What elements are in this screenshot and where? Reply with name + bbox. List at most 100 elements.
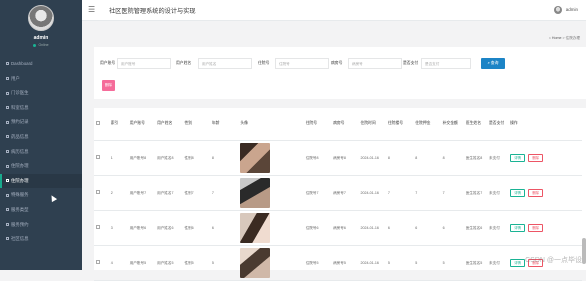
- select-all-checkbox-cell[interactable]: [94, 108, 109, 140]
- cell-inpatient-no: 住院号7: [304, 175, 331, 210]
- dashboard-icon: [6, 62, 9, 65]
- cell-index: 1: [109, 140, 128, 175]
- cell-gender: 性别8: [183, 140, 210, 175]
- cell-deposit: 8: [413, 140, 440, 175]
- hamburger-menu-icon[interactable]: ☰: [88, 6, 95, 14]
- ward-input[interactable]: 病房号: [348, 58, 402, 69]
- sidebar: admin Online Dashboard 用户 门诊医生 科室信息 预约记录…: [0, 0, 82, 270]
- detail-button[interactable]: 详情: [510, 154, 525, 162]
- watermark: CSDN @一点毕设: [525, 255, 582, 265]
- sidebar-item-appointments[interactable]: 预约记录: [0, 115, 82, 130]
- booking-icon: [6, 223, 9, 226]
- user-photo[interactable]: [240, 178, 270, 208]
- search-label: 住院号: [258, 61, 269, 66]
- sidebar-item-records[interactable]: 病历信息: [0, 145, 82, 160]
- batch-delete-button[interactable]: 删除: [102, 80, 115, 91]
- cell-name: 用户姓名6: [155, 210, 182, 245]
- cell-building: 6: [386, 210, 413, 245]
- paid-select[interactable]: 是否支付: [421, 58, 471, 69]
- sidebar-item-medicine[interactable]: 药品信息: [0, 130, 82, 145]
- breadcrumb: ⌂ Home > 住院办理: [549, 36, 580, 41]
- cell-doctor: 医生姓名7: [464, 175, 487, 210]
- row-checkbox[interactable]: [96, 190, 100, 194]
- sidebar-item-user[interactable]: 用户: [0, 72, 82, 87]
- sidebar-item-service-booking[interactable]: 服务预约: [0, 218, 82, 233]
- user-photo[interactable]: [240, 248, 270, 278]
- cell-account: 用户账号5: [128, 245, 155, 280]
- cell-photo: [238, 210, 303, 245]
- cell-extra: 8: [441, 140, 464, 175]
- cell-doctor: 医生姓名8: [464, 140, 487, 175]
- sidebar-item-label: 科室信息: [11, 105, 29, 110]
- sidebar-profile: admin Online: [0, 0, 82, 57]
- sidebar-item-department[interactable]: 科室信息: [0, 101, 82, 116]
- cell-deposit: 6: [413, 210, 440, 245]
- cell-gender: 性别6: [183, 210, 210, 245]
- sidebar-item-hospitalization-active[interactable]: 住院办理: [0, 174, 82, 189]
- search-button-label: 查询: [491, 61, 499, 65]
- row-checkbox-cell[interactable]: [94, 245, 109, 280]
- search-label: 用户姓名: [176, 61, 191, 66]
- sidebar-item-hospitalization[interactable]: 住院办理: [0, 159, 82, 174]
- info-icon: [6, 237, 9, 240]
- select-all-checkbox[interactable]: [96, 121, 100, 125]
- breadcrumb-home[interactable]: Home: [552, 36, 562, 40]
- row-checkbox[interactable]: [96, 260, 100, 264]
- cell-account: 用户账号6: [128, 210, 155, 245]
- row-checkbox-cell[interactable]: [94, 140, 109, 175]
- sidebar-item-service-type[interactable]: 服务类型: [0, 203, 82, 218]
- user-name[interactable]: admin: [566, 7, 578, 12]
- search-label: 用户账号: [100, 61, 115, 66]
- medicine-icon: [6, 135, 9, 138]
- cell-extra: 6: [441, 210, 464, 245]
- col-header: 医生姓名: [464, 108, 487, 140]
- col-header: 住院时间: [358, 108, 385, 140]
- detail-button[interactable]: 详情: [510, 224, 525, 232]
- cell-index: 2: [109, 175, 128, 210]
- home-icon: ⌂: [549, 36, 551, 40]
- row-checkbox-cell[interactable]: [94, 175, 109, 210]
- col-header: 住院押金: [413, 108, 440, 140]
- user-photo[interactable]: [240, 143, 270, 173]
- sidebar-item-doctor[interactable]: 门诊医生: [0, 86, 82, 101]
- search-panel: 用户账号 用户账号 用户姓名 用户姓名 住院号 住院号 病房号 病房号 是否支付…: [94, 47, 586, 99]
- row-checkbox[interactable]: [96, 155, 100, 159]
- user-photo[interactable]: [240, 213, 270, 243]
- sidebar-item-special-service[interactable]: 特殊服务: [0, 188, 82, 203]
- row-checkbox[interactable]: [96, 225, 100, 229]
- cell-inpatient-no: 住院号8: [304, 140, 331, 175]
- delete-button[interactable]: 删除: [528, 154, 543, 162]
- detail-button[interactable]: 详情: [510, 259, 525, 267]
- delete-button[interactable]: 删除: [528, 224, 543, 232]
- sidebar-item-label: 住院办理: [11, 163, 29, 168]
- avatar[interactable]: [28, 5, 54, 31]
- list-icon: [6, 208, 9, 211]
- cell-index: 3: [109, 210, 128, 245]
- account-input[interactable]: 用户账号: [117, 58, 171, 69]
- delete-button[interactable]: 删除: [528, 189, 543, 197]
- sidebar-item-dashboard[interactable]: Dashboard: [0, 57, 82, 72]
- user-icon: [6, 77, 9, 80]
- sidebar-item-label: 病历信息: [11, 149, 29, 154]
- row-checkbox-cell[interactable]: [94, 210, 109, 245]
- col-header: 补交金额: [441, 108, 464, 140]
- col-header: 用户账号: [128, 108, 155, 140]
- inpatient-no-input[interactable]: 住院号: [275, 58, 329, 69]
- search-icon: ⌕: [488, 61, 490, 65]
- user-avatar[interactable]: [554, 6, 562, 14]
- sidebar-item-label: 特殊服务: [11, 192, 29, 197]
- table-panel: 索引 用户账号 用户姓名 性别 年龄 头像 住院号 病房号 住院时间 住院楼号 …: [94, 108, 586, 270]
- table-row: 1 用户账号8 用户姓名8 性别8 8 住院号8 病房号8 2024-01-16…: [94, 140, 582, 175]
- sidebar-item-label: 住院办理: [11, 178, 29, 183]
- bed-icon: [6, 179, 9, 182]
- cell-name: 用户姓名7: [155, 175, 182, 210]
- name-input[interactable]: 用户姓名: [198, 58, 252, 69]
- col-header: 年龄: [210, 108, 238, 140]
- detail-button[interactable]: 详情: [510, 189, 525, 197]
- table-row: 4 用户账号5 用户姓名5 性别5 5 住院号5 病房号5 2024-01-16…: [94, 245, 582, 280]
- sidebar-item-community-info[interactable]: 社区信息: [0, 232, 82, 247]
- search-button[interactable]: ⌕ 查询: [481, 58, 505, 69]
- vertical-scrollbar[interactable]: [582, 238, 586, 264]
- profile-name[interactable]: admin: [0, 35, 82, 41]
- sidebar-item-label: 药品信息: [11, 134, 29, 139]
